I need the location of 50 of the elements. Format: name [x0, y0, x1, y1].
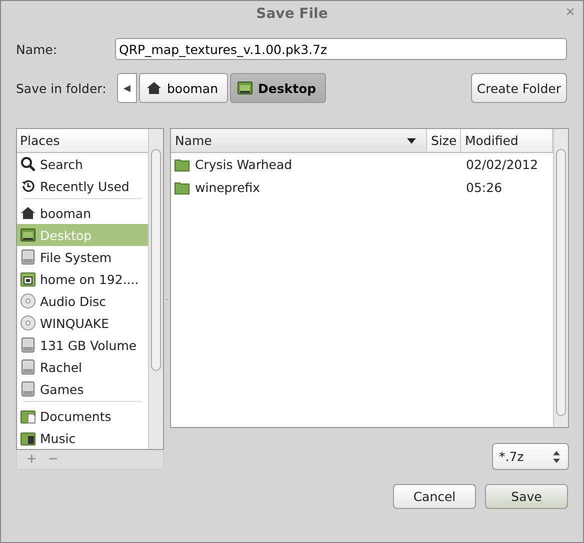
- name-field[interactable]: QRP_map_textures_v.1.00.pk3.7z: [115, 38, 567, 60]
- place-item[interactable]: Audio Disc: [17, 290, 148, 312]
- disc-icon: [20, 315, 36, 331]
- path-button[interactable]: Desktop: [230, 73, 326, 103]
- path-button[interactable]: booman: [139, 73, 228, 103]
- folder-icon: [174, 180, 190, 196]
- back-button[interactable]: ◀: [117, 73, 137, 103]
- folder-icon: [174, 156, 190, 172]
- drive-icon: [20, 249, 36, 265]
- spinner-arrows-icon: [553, 450, 560, 462]
- drive-icon: [20, 337, 36, 353]
- history-icon: [20, 178, 36, 194]
- name-label: Name:: [16, 42, 58, 56]
- place-item[interactable]: Documents: [17, 405, 148, 427]
- house-icon: [146, 80, 162, 96]
- monitor-icon: [20, 227, 36, 243]
- place-item[interactable]: File System: [17, 246, 148, 268]
- modified-cell-text: 05:26: [465, 179, 504, 197]
- place-item[interactable]: Games: [17, 378, 148, 400]
- place-item[interactable]: 131 GB Volume: [17, 334, 148, 356]
- create-folder-button[interactable]: Create Folder: [470, 73, 567, 103]
- sort-arrow-icon: [407, 138, 416, 144]
- drive-icon: [20, 359, 36, 375]
- folder-icon: [20, 271, 36, 287]
- folder-label: Save in folder:: [16, 80, 108, 96]
- house-icon: [20, 205, 36, 221]
- place-item[interactable]: WINQUAKE: [17, 312, 148, 334]
- save-button[interactable]: Save: [485, 484, 568, 509]
- cancel-button[interactable]: Cancel: [393, 484, 476, 509]
- place-item[interactable]: booman: [17, 202, 148, 224]
- window-title: Save File: [256, 6, 328, 22]
- search-icon: [20, 156, 36, 172]
- drive-icon: [20, 381, 36, 397]
- document-folder-icon: [20, 408, 36, 424]
- place-item[interactable]: home on 192....: [17, 268, 148, 290]
- file-name-cell[interactable]: wineprefix: [171, 176, 427, 199]
- scrollbar[interactable]: [553, 129, 568, 427]
- column-header[interactable]: Name: [171, 129, 427, 152]
- modified-cell-text: 02/02/2012: [465, 156, 540, 174]
- file-name-cell[interactable]: Crysis Warhead: [171, 153, 427, 176]
- place-item[interactable]: Search: [17, 153, 148, 175]
- place-item[interactable]: Music: [17, 427, 148, 449]
- disc-icon: [20, 293, 36, 309]
- file-type-dropdown[interactable]: *.7z: [492, 443, 569, 470]
- place-item[interactable]: Rachel: [17, 356, 148, 378]
- place-item[interactable]: Recently Used: [17, 175, 148, 197]
- music-folder-icon: [20, 430, 36, 446]
- scrollbar[interactable]: [148, 129, 163, 449]
- monitor-icon: [237, 80, 253, 96]
- column-header[interactable]: Size: [427, 129, 461, 152]
